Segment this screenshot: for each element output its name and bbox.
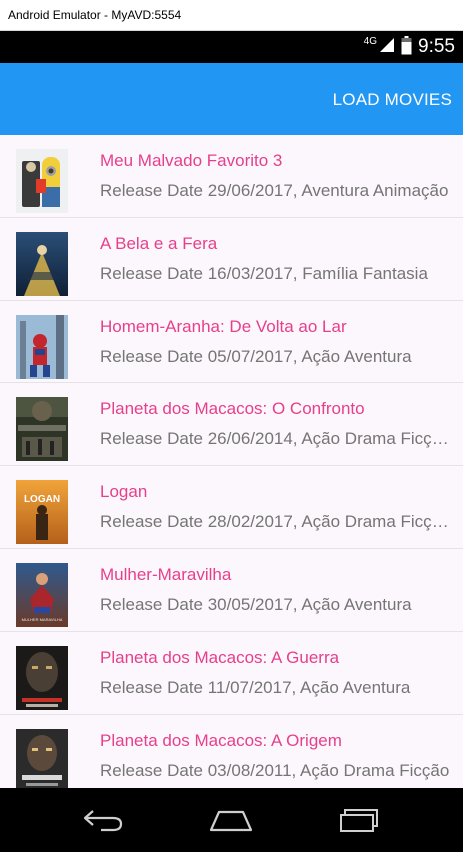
movie-subtitle: Release Date 26/06/2014, Ação Drama Ficç…: [100, 429, 450, 449]
network-type-label: 4G: [363, 35, 378, 47]
signal-icon: [379, 37, 395, 57]
movie-subtitle: Release Date 16/03/2017, Família Fantasi…: [100, 263, 428, 283]
movie-title: Planeta dos Macacos: A Origem: [100, 730, 342, 750]
list-item[interactable]: Planeta dos Macacos: O Confronto Release…: [0, 383, 463, 467]
list-item[interactable]: Meu Malvado Favorito 3 Release Date 29/0…: [0, 135, 463, 218]
movie-subtitle: Release Date 29/06/2017, Aventura Animaç…: [100, 181, 449, 200]
movie-title: A Bela e a Fera: [100, 233, 218, 253]
window-title: Android Emulator - MyAVD:5554: [8, 8, 182, 22]
back-icon[interactable]: [73, 800, 133, 840]
movie-poster: [16, 314, 68, 379]
list-item[interactable]: Planeta dos Macacos: A Guerra Release Da…: [0, 632, 463, 715]
movie-title: Meu Malvado Favorito 3: [100, 151, 283, 170]
movie-poster: MULHER MARAVILHA: [16, 562, 68, 627]
list-item[interactable]: MULHER MARAVILHA Mulher-Maravilha Releas…: [0, 549, 463, 632]
movie-subtitle: Release Date 03/08/2011, Ação Drama Ficç…: [100, 760, 450, 780]
battery-icon: [401, 35, 412, 59]
movie-subtitle: Release Date 11/07/2017, Ação Aventura: [100, 677, 411, 697]
recents-icon[interactable]: [330, 800, 390, 840]
movie-poster: [16, 728, 68, 788]
status-bar: 4G 9:55: [0, 31, 463, 63]
app-bar: LOAD MOVIES: [0, 63, 463, 135]
movie-title: Planeta dos Macacos: A Guerra: [100, 647, 340, 667]
home-icon[interactable]: [201, 800, 261, 840]
movie-subtitle: Release Date 28/02/2017, Ação Drama Ficç…: [100, 512, 450, 532]
list-item[interactable]: A Bela e a Fera Release Date 16/03/2017,…: [0, 218, 463, 301]
movie-title: Homem-Aranha: De Volta ao Lar: [100, 316, 347, 336]
emulator-title-bar: Android Emulator - MyAVD:5554: [0, 0, 463, 31]
movie-list[interactable]: Meu Malvado Favorito 3 Release Date 29/0…: [0, 135, 463, 788]
movie-poster: [16, 149, 68, 213]
list-item[interactable]: Planeta dos Macacos: A Origem Release Da…: [0, 715, 463, 788]
movie-poster: [16, 645, 68, 710]
navigation-bar: [0, 788, 463, 852]
movie-subtitle: Release Date 05/07/2017, Ação Aventura: [100, 346, 412, 366]
poster-logan-text: LOGAN: [24, 494, 60, 505]
load-movies-button[interactable]: LOAD MOVIES: [333, 85, 452, 115]
movie-subtitle: Release Date 30/05/2017, Ação Aventura: [100, 594, 412, 614]
movie-title: Mulher-Maravilha: [100, 564, 232, 584]
list-item[interactable]: Homem-Aranha: De Volta ao Lar Release Da…: [0, 301, 463, 384]
movie-poster: [16, 231, 68, 296]
movie-title: Logan: [100, 482, 148, 502]
movie-poster: [16, 397, 68, 462]
movie-poster: LOGAN: [16, 480, 68, 545]
device-screen: 4G 9:55 LOAD MOVIES Meu Malvado Favorito…: [0, 31, 463, 852]
movie-title: Planeta dos Macacos: O Confronto: [100, 399, 365, 419]
clock: 9:55: [418, 36, 455, 57]
poster-wonder-woman-text: MULHER MARAVILHA: [22, 617, 63, 622]
list-item[interactable]: LOGAN Logan Release Date 28/02/2017, Açã…: [0, 466, 463, 549]
